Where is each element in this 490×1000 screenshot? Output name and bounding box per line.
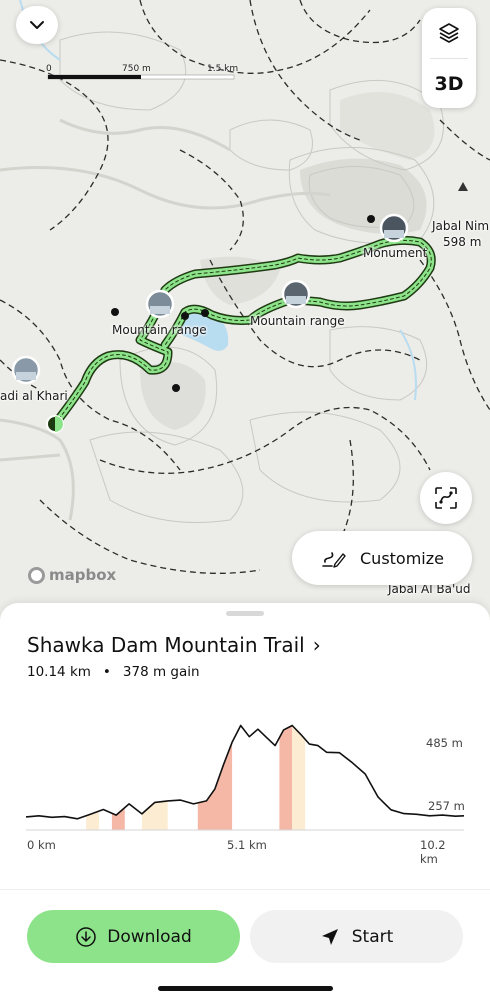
grade-highlight-1 [111,807,125,830]
mapbox-logo-text: mapbox [49,566,117,584]
3d-toggle-button[interactable]: 3D [422,59,476,109]
collapse-button[interactable] [16,6,58,44]
home-indicator [158,986,333,991]
x-tick-label-mid: 5.1 km [227,838,267,852]
mapbox-logo-icon [28,566,45,584]
3d-label: 3D [434,73,464,95]
download-label: Download [107,926,192,947]
elevation-series-line [25,724,465,820]
mapbox-attribution[interactable]: mapbox [28,566,116,584]
peak-elevation-label: 598 m [443,235,482,249]
scale-bar [47,74,235,80]
mountain-range-label-1: Mountain range [112,323,207,337]
grade-highlight-2 [141,800,168,830]
start-label: Start [351,926,394,947]
x-tick-label-start: 0 km [27,838,56,852]
y-tick-label-low: 257 m [428,799,465,813]
stats-separator: • [102,664,111,680]
trail-elevation-gain: 378 m gain [122,664,200,680]
edit-route-icon [322,552,346,568]
download-button[interactable]: Download [27,910,240,963]
map-canvas[interactable] [0,0,490,620]
trail-stats: 10.14 km • 378 m gain [27,664,200,680]
elevation-chart-svg [25,724,465,831]
elevation-profile-chart[interactable]: 485 m 257 m 0 km 5.1 km 10.2 km [24,708,466,866]
grade-highlight-4 [279,725,293,830]
monument-label: Monument [363,246,428,260]
trail-start-marker [46,415,64,433]
start-button[interactable]: Start [250,910,463,963]
grade-highlight-5 [292,725,306,830]
wadi-label: adi al Khari [0,389,68,403]
trail-title-link[interactable]: Shawka Dam Mountain Trail › [27,633,321,657]
x-tick-label-end: 10.2 km [420,838,446,866]
recenter-button[interactable] [420,472,472,524]
download-icon [76,926,96,947]
scale-label-zero: 0 [46,64,52,74]
scale-label-mid: 750 m [122,64,151,74]
trail-title: Shawka Dam Mountain Trail [27,633,305,657]
trail-distance: 10.14 km [27,664,91,680]
trail-map[interactable]: 0 750 m 1.5 km Jabal Nim 598 m Monument … [0,0,490,620]
customize-button[interactable]: Customize [292,531,472,585]
chevron-down-icon [30,21,44,29]
y-tick-label-high: 485 m [426,736,463,750]
focus-route-icon [435,487,457,509]
layers-button[interactable] [422,8,476,58]
sheet-grabber[interactable] [226,611,264,616]
customize-label: Customize [360,548,444,568]
chevron-right-icon: › [312,633,321,657]
layers-icon [439,23,459,43]
scale-label-max: 1.5 km [207,64,239,74]
peak-name-label: Jabal Nim [432,219,490,233]
map-controls: 3D [422,8,476,108]
navigation-arrow-icon [321,928,338,945]
action-bar: Download Start [0,889,490,1000]
mountain-range-label-2: Mountain range [250,314,345,328]
peak-icon [458,182,468,191]
